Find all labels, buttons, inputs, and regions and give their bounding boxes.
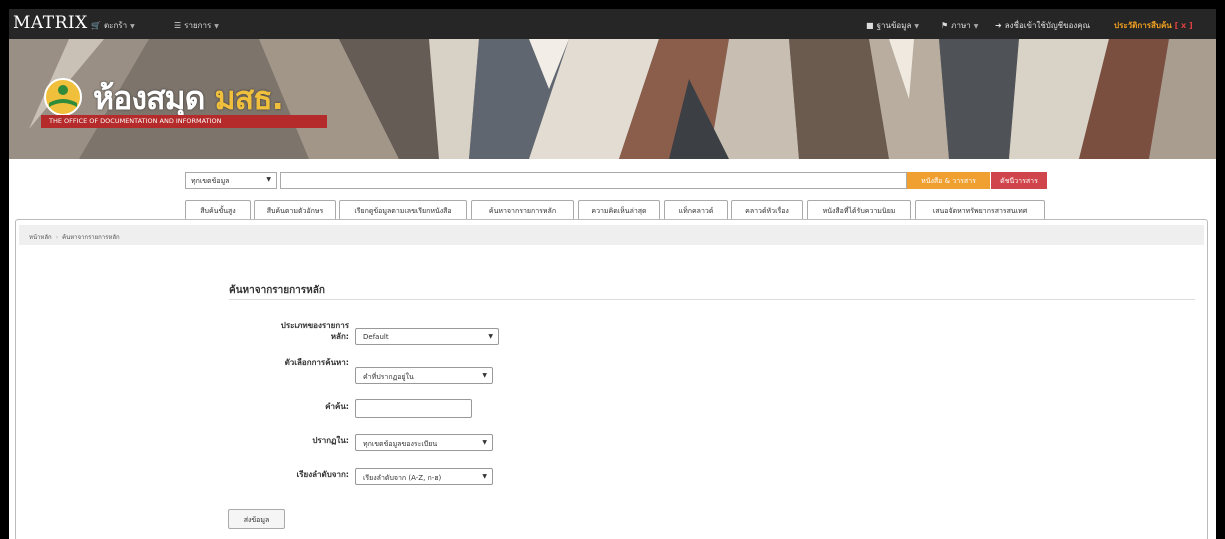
browser-frame: MATRIX 🛒 ตะกร้า ▼ ☰ รายการ ▼ ■ ฐานข้อมูล ▼ ⚑ ภา…: [9, 9, 1216, 539]
page-title: ค้นหาจากรายการหลัก: [229, 285, 325, 296]
cart-menu[interactable]: 🛒 ตะกร้า ▼: [91, 19, 135, 32]
login-label: ลงชื่อเข้าใช้บัญชีของคุณ: [1004, 21, 1091, 30]
cart-label: ตะกร้า: [103, 21, 128, 30]
title-divider: [229, 299, 1195, 300]
keyword-label: คำค้น:: [325, 402, 349, 411]
keyword-input[interactable]: [355, 399, 472, 418]
main-content: หน้าหลัก › ค้นหาจากรายการหลัก ค้นหาจากรายก…: [15, 219, 1208, 539]
tab-advanced-search[interactable]: สืบค้นขั้นสูง: [185, 200, 251, 219]
search-books-button[interactable]: หนังสือ & วารสาร: [907, 172, 990, 189]
sort-value: เรียงลำดับจาก (A-Z, ก-ฮ): [363, 474, 442, 482]
search-input[interactable]: [280, 172, 907, 189]
appears-in-value: ทุกเขตข้อมูลของระเบียน: [363, 440, 438, 448]
language-label: ภาษา: [951, 21, 971, 30]
submit-button[interactable]: ส่งข้อมูล: [228, 509, 285, 529]
appears-in-select[interactable]: ทุกเขตข้อมูลของระเบียน ▼: [355, 434, 493, 451]
list-label: รายการ: [184, 21, 212, 30]
tab-subject-cloud[interactable]: คลาวด์หัวเรื่อง: [731, 200, 803, 219]
history-close-button[interactable]: [ x ]: [1175, 21, 1193, 30]
login-link[interactable]: ➜ ลงชื่อเข้าใช้บัญชีของคุณ: [995, 19, 1090, 32]
search-option-label: ตัวเลือกการค้นหา:: [284, 358, 349, 367]
sort-select[interactable]: เรียงลำดับจาก (A-Z, ก-ฮ) ▼: [355, 468, 493, 485]
cart-icon: 🛒: [91, 21, 101, 30]
chevron-down-icon: ▼: [914, 23, 920, 30]
chevron-down-icon: ▼: [973, 23, 979, 30]
chevron-down-icon: ▼: [488, 333, 493, 340]
search-option-value: คำที่ปรากฏอยู่ใน: [363, 373, 414, 381]
tab-acquisition-request[interactable]: เสนอจัดหาทรัพยากรสารสนเทศ: [915, 200, 1045, 219]
tab-alphabetical-search[interactable]: สืบค้นตามตัวอักษร: [254, 200, 336, 219]
chevron-down-icon: ▼: [482, 372, 487, 379]
tab-latest-comments[interactable]: ความคิดเห็นล่าสุด: [578, 200, 660, 219]
tab-tag-cloud[interactable]: แท็กคลาวด์: [664, 200, 728, 219]
chevron-down-icon: ▼: [482, 473, 487, 480]
tab-popular-books[interactable]: หนังสือที่ได้รับความนิยม: [807, 200, 911, 219]
logo-title-thai: ห้องสมุด: [93, 79, 205, 117]
database-menu[interactable]: ■ ฐานข้อมูล ▼: [866, 19, 919, 32]
authority-type-label-line2: หลัก:: [330, 332, 349, 341]
sort-label: เรียงลำดับจาก:: [296, 470, 349, 479]
breadcrumb: หน้าหลัก › ค้นหาจากรายการหลัก: [19, 225, 1204, 245]
search-journal-index-button[interactable]: ดัชนีวารสาร: [991, 172, 1047, 189]
list-menu[interactable]: ☰ รายการ ▼: [174, 19, 219, 32]
appears-in-label: ปรากฏใน:: [312, 436, 349, 445]
chevron-down-icon: ▼: [482, 439, 487, 446]
authority-type-label-line1: ประเภทของรายการ: [280, 321, 349, 330]
history-label: ประวัติการสืบค้น: [1114, 21, 1172, 30]
book-logo-icon: [44, 78, 82, 116]
library-banner: ห้องสมุด มสธ. THE OFFICE OF DOCUMENTATIO…: [9, 39, 1216, 159]
login-icon: ➜: [995, 21, 1002, 30]
brand-logo[interactable]: MATRIX: [13, 13, 88, 33]
database-label: ฐานข้อมูล: [876, 21, 912, 30]
authority-type-select[interactable]: Default ▼: [355, 328, 499, 345]
top-navbar: MATRIX 🛒 ตะกร้า ▼ ☰ รายการ ▼ ■ ฐานข้อมูล ▼ ⚑ ภา…: [9, 9, 1216, 39]
logo-acronym: มสธ.: [214, 79, 283, 117]
database-icon: ■: [866, 21, 874, 30]
tab-call-number-browse[interactable]: เรียกดูข้อมูลตามเลขเรียกหนังสือ: [339, 200, 467, 219]
tab-authority-search[interactable]: ค้นหาจากรายการหลัก: [471, 200, 574, 219]
authority-type-value: Default: [363, 333, 389, 341]
search-option-select[interactable]: คำที่ปรากฏอยู่ใน ▼: [355, 367, 493, 384]
language-menu[interactable]: ⚑ ภาษา ▼: [941, 19, 978, 32]
breadcrumb-current: ค้นหาจากรายการหลัก: [62, 234, 120, 241]
authority-type-label: ประเภทของรายการ หลัก:: [231, 320, 349, 342]
list-icon: ☰: [174, 21, 182, 30]
chevron-down-icon: ▼: [130, 23, 135, 30]
chevron-down-icon: ▼: [214, 23, 219, 30]
breadcrumb-home[interactable]: หน้าหลัก: [29, 234, 52, 241]
search-scope-value: ทุกเขตข้อมูล: [191, 177, 230, 185]
logo-subtitle: THE OFFICE OF DOCUMENTATION AND INFORMAT…: [41, 115, 327, 128]
chevron-down-icon: ▼: [266, 176, 271, 183]
breadcrumb-separator: ›: [55, 234, 59, 241]
flag-icon: ⚑: [941, 21, 949, 30]
search-history-link[interactable]: ประวัติการสืบค้น [ x ]: [1114, 19, 1193, 32]
search-scope-select[interactable]: ทุกเขตข้อมูล ▼: [185, 172, 277, 189]
